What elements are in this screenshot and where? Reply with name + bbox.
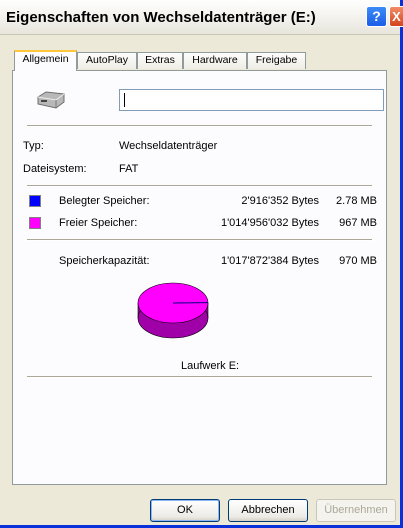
apply-button[interactable]: Übernehmen xyxy=(316,499,396,522)
capacity-label: Speicherkapazität: xyxy=(59,255,150,267)
help-icon: ? xyxy=(372,8,381,24)
used-space-swatch xyxy=(29,195,41,207)
properties-window: Eigenschaften von Wechseldatenträger (E:… xyxy=(0,0,403,528)
separator xyxy=(27,125,372,127)
text-cursor xyxy=(124,93,125,107)
separator xyxy=(27,239,372,241)
type-value: Wechseldatenträger xyxy=(119,140,218,152)
ok-button[interactable]: OK xyxy=(150,499,220,522)
separator xyxy=(27,376,372,378)
used-space-label: Belegter Speicher: xyxy=(59,195,150,207)
title-bar[interactable]: Eigenschaften von Wechseldatenträger (E:… xyxy=(0,0,403,35)
used-space-size: 2.78 MB xyxy=(336,195,377,207)
type-label: Typ: xyxy=(23,140,44,152)
tab-autoplay[interactable]: AutoPlay xyxy=(77,52,137,69)
tab-allgemein[interactable]: Allgemein xyxy=(14,50,77,71)
filesystem-label: Dateisystem: xyxy=(23,163,87,175)
tab-extras[interactable]: Extras xyxy=(137,52,183,69)
free-space-label: Freier Speicher: xyxy=(59,217,138,229)
free-space-bytes: 1'014'956'032 Bytes xyxy=(220,217,319,229)
general-tab-panel: Typ: Wechseldatenträger Dateisystem: FAT… xyxy=(12,70,387,485)
free-space-swatch xyxy=(29,217,41,229)
close-button[interactable]: X xyxy=(389,6,403,27)
drive-caption: Laufwerk E: xyxy=(181,360,240,372)
used-space-bytes: 2'916'352 Bytes xyxy=(241,195,319,207)
tab-hardware[interactable]: Hardware xyxy=(183,52,247,69)
cancel-button[interactable]: Abbrechen xyxy=(228,499,308,522)
capacity-bytes: 1'017'872'384 Bytes xyxy=(220,255,319,267)
removable-drive-icon xyxy=(37,91,65,109)
capacity-size: 970 MB xyxy=(339,255,377,267)
volume-name-input[interactable] xyxy=(119,89,384,111)
separator xyxy=(27,185,372,187)
disk-usage-pie xyxy=(137,282,209,339)
help-button[interactable]: ? xyxy=(366,6,387,27)
close-icon: X xyxy=(392,9,401,24)
free-space-size: 967 MB xyxy=(339,217,377,229)
filesystem-value: FAT xyxy=(119,163,139,175)
tab-freigabe[interactable]: Freigabe xyxy=(247,52,306,69)
window-title: Eigenschaften von Wechseldatenträger (E:… xyxy=(6,9,316,26)
